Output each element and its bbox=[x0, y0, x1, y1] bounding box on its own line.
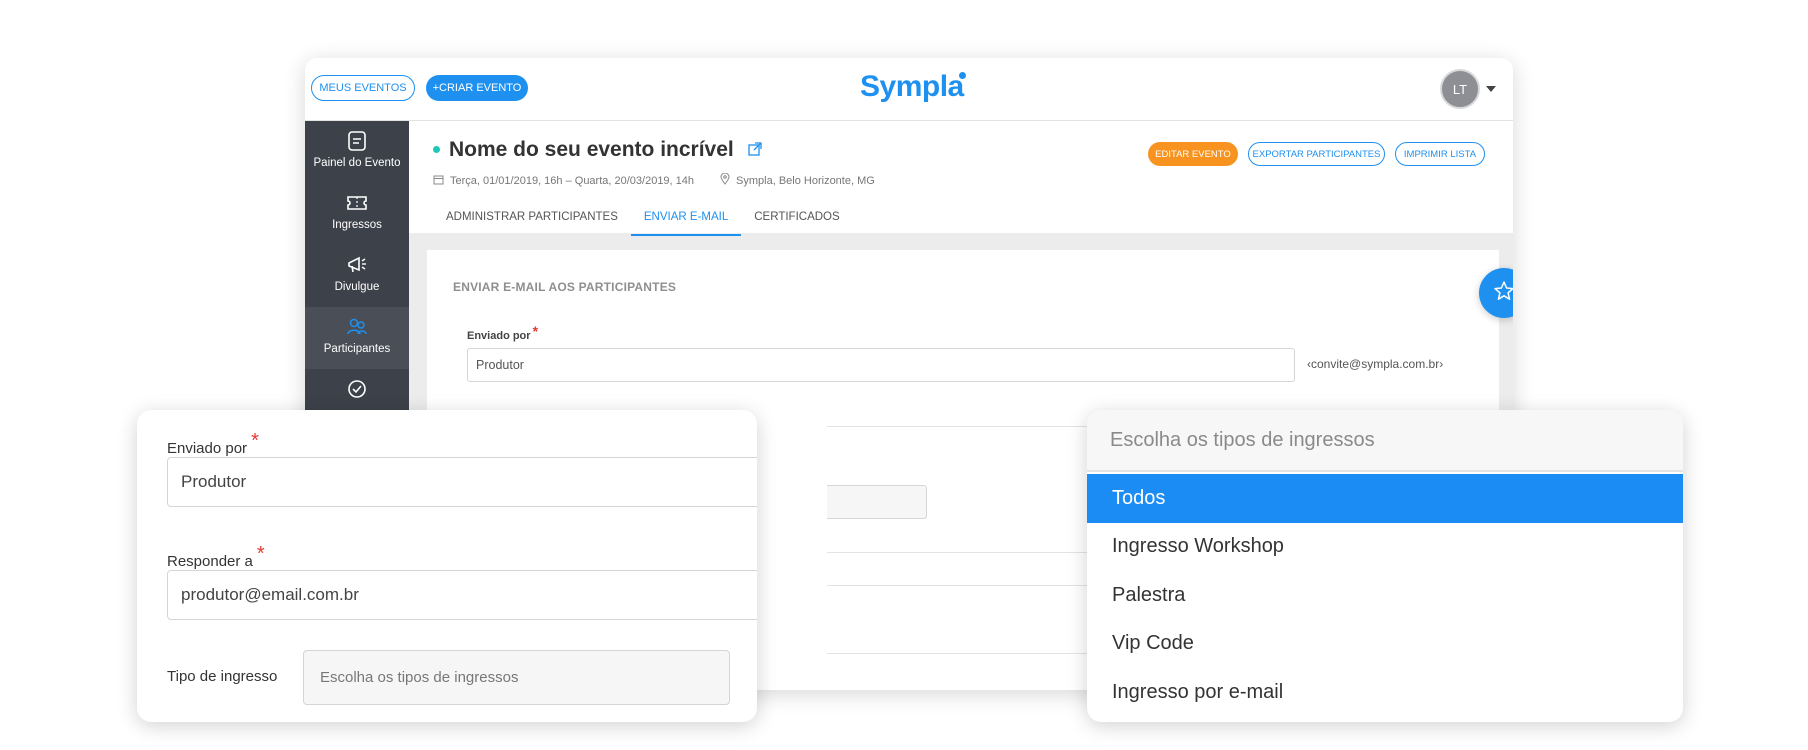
event-meta: Terça, 01/01/2019, 16h – Quarta, 20/03/2… bbox=[433, 172, 875, 188]
location-icon bbox=[720, 172, 730, 188]
tab-certificados[interactable]: CERTIFICADOS bbox=[741, 206, 852, 236]
sidebar-item-label: Participantes bbox=[323, 343, 391, 355]
required-asterisk: * bbox=[256, 543, 265, 565]
export-participants-button[interactable]: EXPORTAR PARTICIPANTES bbox=[1248, 142, 1385, 166]
tab-enviar-email[interactable]: ENVIAR E-MAIL bbox=[630, 206, 742, 236]
sender-email: ‹convite@sympla.com.br› bbox=[1307, 357, 1444, 371]
required-asterisk: * bbox=[251, 430, 259, 452]
event-date: Terça, 01/01/2019, 16h – Quarta, 20/03/2… bbox=[450, 174, 695, 187]
dropdown-option-workshop[interactable]: Ingresso Workshop bbox=[1087, 523, 1683, 572]
avatar[interactable]: LT bbox=[1440, 69, 1480, 109]
logo-text: Sympla bbox=[860, 70, 964, 103]
sidebar-item-divulgue[interactable]: Divulgue bbox=[305, 245, 409, 307]
sent-by-field[interactable]: Produtor bbox=[467, 348, 1295, 382]
calendar-icon bbox=[433, 174, 444, 188]
ticket-type-label: Tipo de ingresso bbox=[167, 668, 278, 685]
print-list-button[interactable]: IMPRIMIR LISTA bbox=[1395, 142, 1485, 166]
my-events-button[interactable]: MEUS EVENTOS bbox=[311, 75, 415, 101]
reply-to-field[interactable]: produtor@email.com.br bbox=[167, 570, 757, 620]
chevron-down-icon[interactable] bbox=[1486, 86, 1496, 92]
edit-event-button[interactable]: EDITAR EVENTO bbox=[1148, 142, 1238, 166]
dropdown-option-email[interactable]: Ingresso por e-mail bbox=[1087, 668, 1683, 717]
dropdown-list: Todos Ingresso Workshop Palestra Vip Cod… bbox=[1087, 474, 1683, 717]
required-asterisk: * bbox=[532, 323, 539, 339]
sent-by-label: Enviado por * bbox=[467, 323, 539, 342]
external-link-icon[interactable] bbox=[747, 138, 762, 162]
star-icon bbox=[1493, 280, 1513, 307]
top-bar: MEUS EVENTOS +CRIAR EVENTO Sympla LT bbox=[305, 58, 1513, 121]
sent-by-label-text: Enviado por bbox=[467, 330, 531, 342]
tab-bar: ADMINISTRAR PARTICIPANTES ENVIAR E-MAIL … bbox=[433, 206, 853, 236]
dropdown-option-palestra[interactable]: Palestra bbox=[1087, 571, 1683, 620]
hidden-select-edge bbox=[827, 485, 927, 519]
ticket-icon bbox=[346, 191, 368, 215]
sympla-logo[interactable]: Sympla bbox=[860, 70, 966, 104]
create-event-button[interactable]: +CRIAR EVENTO bbox=[426, 75, 528, 101]
participants-icon bbox=[346, 315, 368, 339]
dropdown-option-todos[interactable]: Todos bbox=[1087, 474, 1683, 523]
reply-to-label-text: Responder a bbox=[167, 553, 253, 570]
ticket-type-select[interactable]: Escolha os tipos de ingressos bbox=[303, 650, 730, 705]
sidebar-item-ingressos[interactable]: Ingressos bbox=[305, 183, 409, 245]
section-title: ENVIAR E-MAIL AOS PARTICIPANTES bbox=[453, 280, 677, 294]
ticket-type-dropdown: Escolha os tipos de ingressos Todos Ingr… bbox=[1087, 410, 1683, 722]
sidebar-item-label: Ingressos bbox=[332, 219, 382, 231]
tab-administrar[interactable]: ADMINISTRAR PARTICIPANTES bbox=[433, 206, 631, 236]
dashboard-icon bbox=[347, 129, 367, 153]
page-title: Nome do seu evento incrível bbox=[449, 138, 734, 161]
reply-to-label: Responder a * bbox=[167, 543, 265, 572]
event-title-row: Nome do seu evento incrível bbox=[449, 138, 762, 162]
form-zoom-card: Enviado por * Produtor Responder a * produ… bbox=[137, 410, 757, 722]
check-circle-icon bbox=[347, 377, 367, 401]
megaphone-icon bbox=[346, 253, 368, 277]
sidebar-item-participantes[interactable]: Participantes bbox=[305, 307, 409, 369]
event-location: Sympla, Belo Horizonte, MG bbox=[736, 174, 875, 187]
sent-by-field[interactable]: Produtor bbox=[167, 457, 757, 507]
dropdown-option-vip-code[interactable]: Vip Code bbox=[1087, 620, 1683, 669]
logo-dot bbox=[958, 72, 966, 79]
sidebar-item-label: Divulgue bbox=[334, 281, 380, 293]
sent-by-label-text: Enviado por bbox=[167, 440, 248, 457]
status-dot bbox=[433, 146, 440, 153]
dropdown-placeholder[interactable]: Escolha os tipos de ingressos bbox=[1087, 410, 1683, 472]
sidebar-item-painel[interactable]: Painel do Evento bbox=[305, 121, 409, 183]
sidebar-item-label: Painel do Evento bbox=[313, 157, 401, 169]
sent-by-label: Enviado por * bbox=[167, 430, 259, 459]
